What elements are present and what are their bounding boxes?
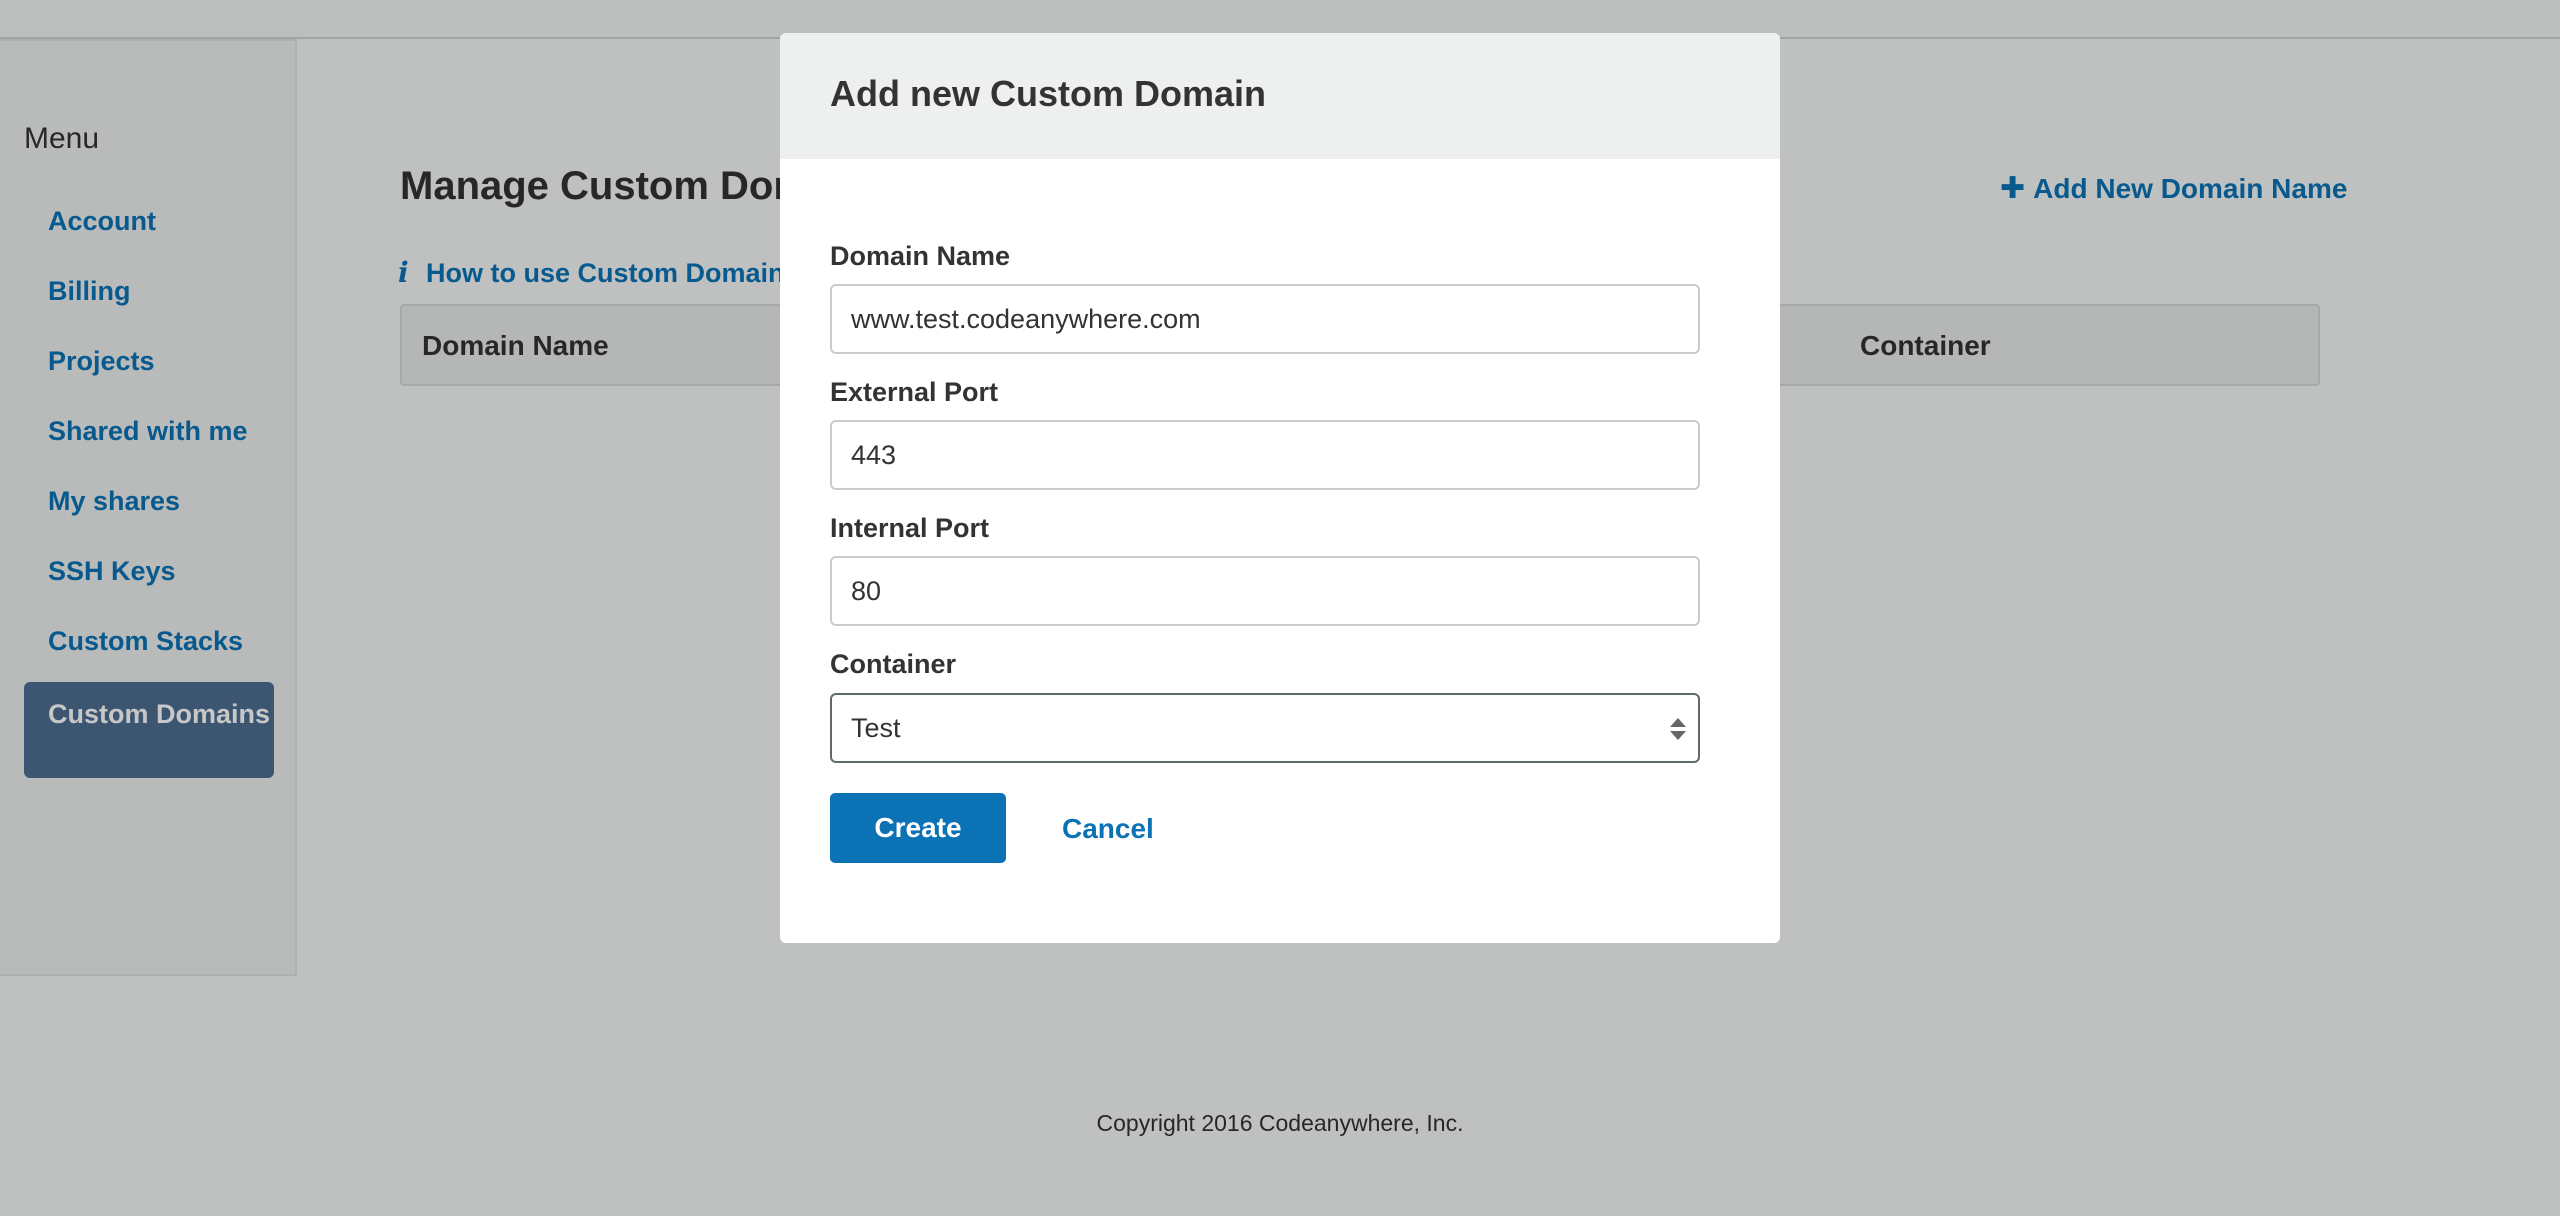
domain-name-input[interactable] [830, 284, 1700, 354]
create-button[interactable]: Create [830, 793, 1006, 863]
container-label: Container [830, 649, 957, 679]
internal-port-input[interactable] [830, 556, 1700, 626]
modal-header: Add new Custom Domain [780, 33, 1780, 159]
external-port-input[interactable] [830, 420, 1700, 490]
external-port-label: External Port [830, 377, 999, 407]
sort-arrows-icon [1670, 718, 1686, 740]
add-domain-modal: Add new Custom Domain Domain Name Extern… [780, 33, 1780, 943]
modal-title: Add new Custom Domain [830, 73, 1267, 114]
internal-port-label: Internal Port [830, 513, 990, 543]
container-select[interactable]: Test [830, 693, 1700, 763]
container-selected-value: Test [851, 713, 901, 743]
cancel-button[interactable]: Cancel [1062, 813, 1154, 845]
domain-name-label: Domain Name [830, 241, 1011, 271]
